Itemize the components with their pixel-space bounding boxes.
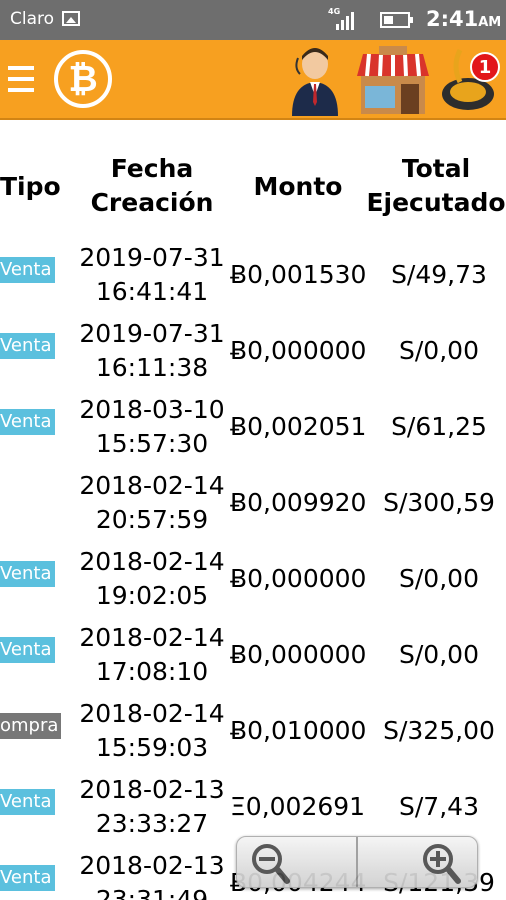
monto-cell: Ξ0,002691 [230, 792, 366, 821]
fecha-cell: 2018-02-14 19:02:05 [79, 547, 225, 610]
zoom-out-icon [252, 844, 290, 884]
table-row[interactable]: Venta 2018-03-10 15:57:30 Ƀ0,002051 S/61,25 [0, 389, 506, 465]
carrier-name: Claro [10, 9, 55, 29]
notification-badge: 1 [470, 52, 500, 82]
clock: 2:41AM [426, 7, 502, 31]
agent-icon[interactable] [288, 44, 342, 116]
monto-cell: Ƀ0,010000 [230, 716, 367, 745]
monto-cell: Ƀ0,000000 [230, 336, 367, 365]
shop-icon[interactable] [355, 46, 431, 116]
app-bar: ₿ 1 [0, 40, 506, 120]
total-cell: S/300,59 [383, 488, 495, 517]
total-cell: S/0,00 [399, 564, 479, 593]
total-cell: S/325,00 [383, 716, 495, 745]
fecha-cell: 2018-02-14 20:57:59 [79, 471, 225, 534]
bitcoin-logo[interactable]: ₿ [54, 50, 112, 108]
fecha-cell: 2018-02-14 15:59:03 [79, 699, 225, 762]
table-row[interactable]: Venta 2018-02-13 23:33:27 Ξ0,002691 S/7,43 [0, 769, 506, 845]
fecha-cell: 2018-02-14 17:08:10 [79, 623, 225, 686]
fecha-cell: 2019-07-31 16:11:38 [79, 319, 225, 382]
total-cell: S/49,73 [391, 260, 487, 289]
table-row[interactable]: Venta 2018-02-14 19:02:05 Ƀ0,000000 S/0,00 [0, 541, 506, 617]
fecha-cell: 2018-03-10 15:57:30 [79, 395, 225, 458]
zoom-in-icon [423, 844, 461, 884]
zoom-control [236, 836, 478, 888]
monto-cell: Ƀ0,002051 [230, 412, 367, 441]
total-cell: S/0,00 [399, 640, 479, 669]
tipo-badge [0, 485, 3, 511]
table-row[interactable]: Venta 2019-07-31 16:41:41 Ƀ0,001530 S/49,73 [0, 237, 506, 313]
table-row[interactable]: Venta 2018-02-14 17:08:10 Ƀ0,000000 S/0,00 [0, 617, 506, 693]
tipo-badge: Venta [0, 257, 55, 283]
header-fecha: Fecha Creación [90, 154, 214, 217]
total-cell: S/7,43 [399, 792, 479, 821]
battery-icon [380, 12, 413, 28]
tipo-badge: Venta [0, 409, 55, 435]
menu-icon[interactable] [8, 62, 34, 96]
zoom-out-button[interactable] [237, 837, 356, 887]
table-row[interactable]: ompra 2018-02-14 15:59:03 Ƀ0,010000 S/325,00 [0, 693, 506, 769]
monto-cell: Ƀ0,009920 [230, 488, 367, 517]
tipo-badge: Venta [0, 637, 55, 663]
zoom-in-button[interactable] [358, 837, 477, 887]
notification-icon[interactable]: 1 [438, 46, 506, 116]
tipo-badge: Venta [0, 865, 55, 891]
table-row[interactable]: Venta 2019-07-31 16:11:38 Ƀ0,000000 S/0,00 [0, 313, 506, 389]
tipo-badge: Venta [0, 561, 55, 587]
header-total: Total Ejecutado [366, 154, 506, 217]
svg-text:4G: 4G [328, 7, 340, 16]
fecha-cell: 2018-02-13 23:31:49 [79, 851, 225, 900]
tipo-badge: ompra [0, 713, 62, 739]
fecha-cell: 2019-07-31 16:41:41 [79, 243, 225, 306]
orders-table: Tipo Fecha Creación Monto Total Ejecutad… [0, 120, 506, 900]
table-header: Tipo Fecha Creación Monto Total Ejecutad… [0, 148, 506, 224]
table-row[interactable]: 2018-02-14 20:57:59 Ƀ0,009920 S/300,59 [0, 465, 506, 541]
gallery-icon [62, 11, 80, 26]
tipo-badge: Venta [0, 789, 55, 815]
header-monto: Monto [253, 172, 343, 201]
monto-cell: Ƀ0,001530 [230, 260, 367, 289]
monto-cell: Ƀ0,000000 [230, 564, 367, 593]
total-cell: S/61,25 [391, 412, 487, 441]
header-tipo: Tipo [0, 172, 61, 201]
tipo-badge: Venta [0, 333, 55, 359]
fecha-cell: 2018-02-13 23:33:27 [79, 775, 225, 838]
status-bar: Claro 4G 2:41AM [0, 0, 506, 40]
monto-cell: Ƀ0,000000 [230, 640, 367, 669]
signal-icon: 4G [328, 7, 354, 30]
total-cell: S/0,00 [399, 336, 479, 365]
